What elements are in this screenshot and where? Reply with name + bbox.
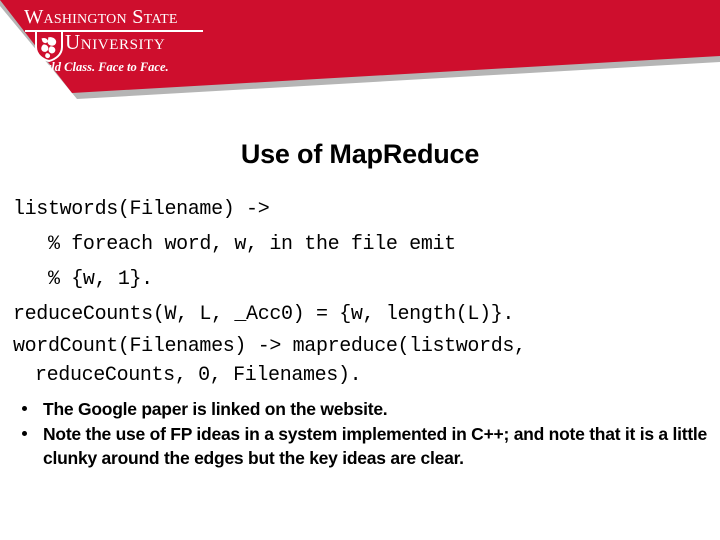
bullet-dot-icon — [22, 406, 27, 411]
list-item: The Google paper is linked on the websit… — [13, 397, 707, 421]
bullet-list: The Google paper is linked on the websit… — [13, 397, 707, 470]
wordmark-university: University — [65, 30, 166, 54]
slide-content: listwords(Filename) -> % foreach word, w… — [13, 192, 707, 471]
header-banner: Washington State University World Class.… — [0, 0, 720, 112]
code-line-5-first: wordCount(Filenames) -> mapreduce(listwo… — [13, 335, 526, 358]
page-title: Use of MapReduce — [240, 139, 480, 169]
list-item-label: The Google paper is linked on the websit… — [43, 399, 388, 419]
list-item: Note the use of FP ideas in a system imp… — [13, 422, 707, 470]
bullet-dot-icon — [22, 431, 27, 436]
wsu-tagline: World Class. Face to Face. — [30, 60, 169, 74]
code-line-4: reduceCounts(W, L, _Acc0) = {w, length(L… — [13, 303, 515, 326]
code-line-3: % {w, 1}. — [13, 268, 153, 291]
wordmark-washington-state: Washington State — [24, 6, 178, 28]
code-line-5: wordCount(Filenames) -> mapreduce(listwo… — [13, 332, 707, 390]
code-line-2: % foreach word, w, in the file emit — [13, 233, 456, 256]
code-line-1: listwords(Filename) -> — [13, 198, 270, 221]
list-item-label: Note the use of FP ideas in a system imp… — [43, 424, 707, 468]
code-line-5-continuation: reduceCounts, 0, Filenames). — [35, 364, 362, 387]
wsu-cougar-shield-icon — [35, 30, 63, 62]
wsu-logo: Washington State University World Class.… — [24, 6, 254, 84]
